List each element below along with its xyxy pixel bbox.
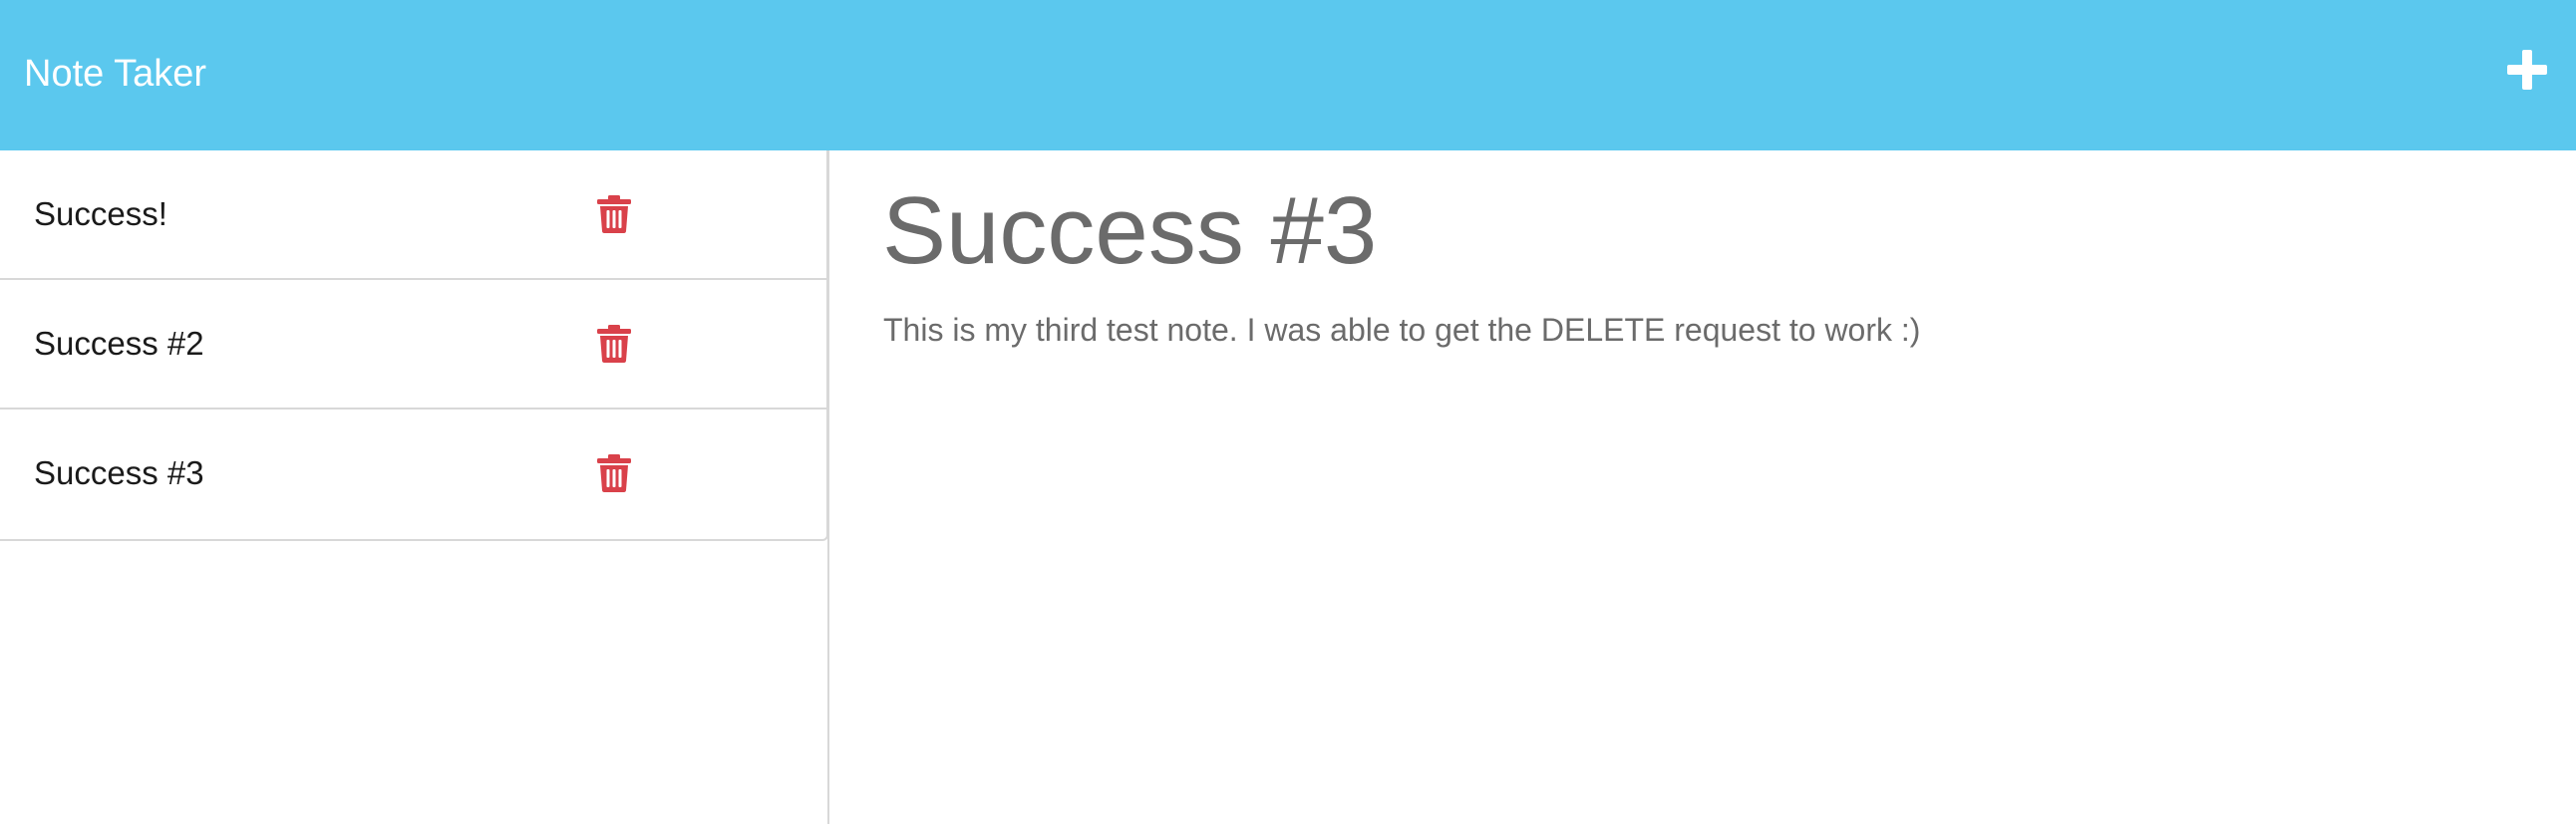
note-list-title: Success #2 [34,325,204,362]
navbar: Note Taker [0,0,2576,150]
note-editor: Success #3 This is my third test note. I… [831,150,2576,824]
note-list-title: Success #3 [34,454,204,491]
delete-note-button[interactable] [596,453,632,493]
list-item[interactable]: Success #2 [0,280,826,410]
list-item[interactable]: Success! [0,150,826,280]
plus-icon [2507,50,2547,90]
note-list-title: Success! [34,195,167,232]
trash-icon [597,325,631,363]
note-title-field[interactable]: Success #3 [882,176,1377,286]
list-item[interactable]: Success #3 [0,410,826,539]
trash-icon [597,195,631,233]
note-list: Success! Success #2 Success #3 [0,150,828,541]
delete-note-button[interactable] [596,194,632,234]
new-note-button[interactable] [2505,48,2549,92]
trash-icon [597,454,631,492]
sidebar: Success! Success #2 Success #3 [0,150,829,824]
delete-note-button[interactable] [596,324,632,364]
app-brand[interactable]: Note Taker [24,49,206,99]
note-text-field[interactable]: This is my third test note. I was able t… [883,308,1920,352]
